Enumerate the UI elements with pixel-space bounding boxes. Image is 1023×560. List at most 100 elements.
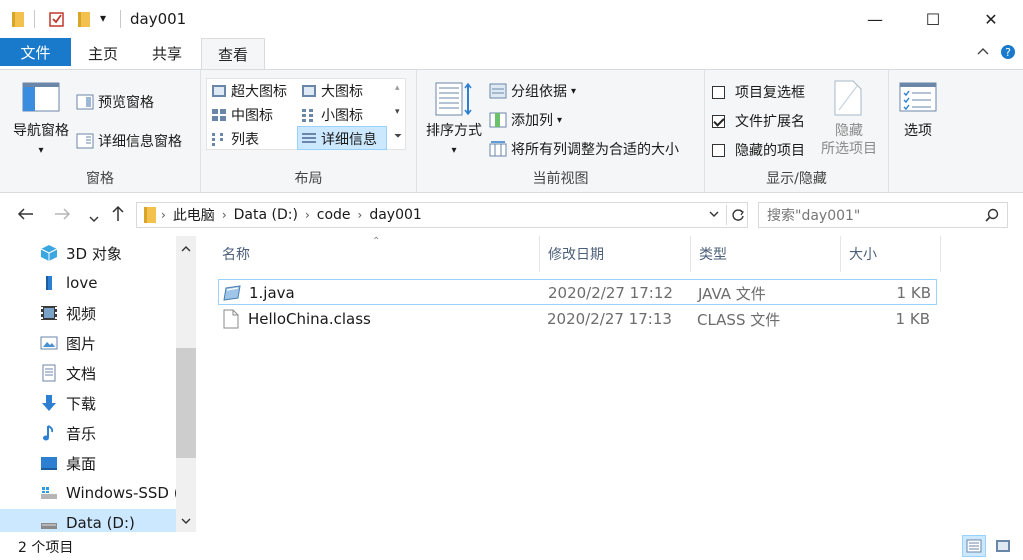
hide-selected-label-1: 隐藏 (835, 123, 863, 139)
item-checkboxes-toggle[interactable]: 项目复选框 (712, 82, 805, 102)
layout-large-icons[interactable]: 大图标 (301, 81, 363, 101)
navigation-scrollbar-thumb[interactable] (176, 348, 196, 458)
tab-file[interactable]: 文件 (0, 38, 71, 66)
large-icons-icon (996, 540, 1010, 552)
details-view-button[interactable] (962, 535, 986, 557)
breadcrumb-this-pc[interactable]: 此电脑 (170, 205, 218, 225)
refresh-icon[interactable] (726, 205, 748, 225)
hidden-items-checkbox[interactable] (712, 143, 725, 157)
fit-columns-button[interactable]: 将所有列调整为合适的大小 (489, 139, 679, 159)
chevron-right-icon[interactable]: › (218, 208, 231, 222)
column-header-type[interactable]: 类型 (691, 236, 841, 272)
file-name: HelloChina.class (248, 310, 371, 328)
nav-item-windows-ssd[interactable]: Windows-SSD ( (40, 479, 180, 507)
preview-pane-button[interactable]: 预览窗格 (76, 92, 154, 112)
nav-item-pictures[interactable]: 图片 (40, 329, 96, 357)
navigation-pane-label: 导航窗格 (13, 123, 69, 139)
chevron-up-icon[interactable]: ▴ (395, 83, 400, 93)
new-folder-icon[interactable] (76, 10, 92, 28)
file-extensions-toggle[interactable]: 文件扩展名 (712, 111, 805, 131)
layout-extra-large-icons[interactable]: 超大图标 (211, 81, 287, 101)
details-pane-button[interactable]: 详细信息窗格 (76, 131, 182, 151)
scroll-down-icon[interactable] (180, 514, 192, 530)
nav-item-label: Windows-SSD ( (66, 484, 180, 502)
collapse-ribbon-icon[interactable] (976, 44, 990, 62)
tab-view[interactable]: 查看 (201, 38, 265, 69)
file-type: JAVA 文件 (698, 284, 766, 303)
more-layouts-icon[interactable]: ⏷ (394, 131, 402, 142)
chevron-right-icon[interactable]: › (354, 208, 367, 222)
layout-list[interactable]: 列表 (211, 129, 259, 149)
search-icon[interactable] (985, 208, 999, 226)
navigation-pane-button[interactable]: 导航窗格 ▾ (6, 122, 76, 160)
nav-item-label: 3D 对象 (66, 244, 122, 263)
column-header-name[interactable]: 名称 (214, 236, 540, 272)
window-title: day001 (130, 10, 187, 28)
breadcrumb-day001[interactable]: day001 (366, 207, 424, 223)
options-icon (899, 82, 937, 112)
nav-item-data-drive[interactable]: Data (D:) (0, 509, 176, 532)
group-options: 选项 (889, 70, 949, 192)
column-header-date-modified[interactable]: 修改日期 (540, 236, 691, 272)
separator (120, 10, 121, 28)
nav-item-documents[interactable]: 文档 (40, 359, 96, 387)
nav-item-desktop[interactable]: 桌面 (40, 449, 96, 477)
up-arrow-icon[interactable] (110, 204, 126, 226)
title-bar: ▾ day001 — ☐ ✕ (0, 0, 1023, 38)
minimize-button[interactable]: — (852, 0, 898, 38)
chevron-down-icon[interactable]: ▾ (395, 107, 400, 117)
close-button[interactable]: ✕ (968, 0, 1014, 38)
chevron-down-icon: ▾ (451, 145, 457, 156)
back-arrow-icon[interactable] (16, 206, 34, 225)
table-row[interactable]: HelloChina.class 2020/2/27 17:13 CLASS 文… (218, 306, 937, 332)
hidden-items-toggle[interactable]: 隐藏的项目 (712, 140, 805, 160)
tab-home[interactable]: 主页 (78, 38, 128, 69)
item-checkboxes-checkbox[interactable] (712, 85, 725, 99)
maximize-button[interactable]: ☐ (910, 0, 956, 38)
scroll-up-icon[interactable] (180, 242, 192, 258)
sort-by-icon (435, 82, 472, 116)
details-pane-label: 详细信息窗格 (98, 134, 182, 150)
folder-icon (144, 207, 156, 223)
layout-medium-icons[interactable]: 中图标 (211, 105, 273, 125)
column-header-size[interactable]: 大小 (841, 236, 941, 272)
tab-share[interactable]: 共享 (142, 38, 192, 69)
layout-details[interactable]: 详细信息 (301, 129, 377, 149)
file-type: CLASS 文件 (697, 310, 781, 329)
hide-selected-label-2: 所选项目 (821, 141, 877, 157)
help-icon[interactable]: ? (1000, 44, 1016, 64)
add-columns-button[interactable]: 添加列 ▾ (489, 110, 562, 130)
file-extensions-checkbox[interactable] (712, 114, 725, 128)
hide-selected-button[interactable]: 隐藏 所选项目 (813, 122, 885, 158)
nav-item-3d-objects[interactable]: 3D 对象 (40, 239, 122, 267)
table-row[interactable]: 1.java 2020/2/27 17:12 JAVA 文件 1 KB (218, 279, 937, 305)
group-panes: 导航窗格 ▾ 预览窗格 详细信息窗格 窗格 (0, 70, 201, 192)
nav-item-label: 音乐 (66, 424, 97, 443)
group-by-label: 分组依据 (511, 84, 567, 100)
nav-item-downloads[interactable]: 下载 (40, 389, 96, 417)
group-by-button[interactable]: 分组依据 ▾ (489, 81, 576, 101)
layout-small-icons[interactable]: 小图标 (301, 105, 363, 125)
nav-item-label: 下载 (66, 394, 97, 413)
small-icons-icon (302, 109, 313, 122)
recent-locations-chevron-icon[interactable] (88, 209, 100, 228)
layout-scroll[interactable]: ▴ ▾ ⏷ (393, 79, 406, 151)
layout-gallery: 超大图标 大图标 中图标 小图标 列表 详细信息 ▴ ▾ ⏷ (206, 78, 406, 150)
nav-item-videos[interactable]: 视频 (40, 299, 96, 327)
sort-by-button[interactable]: 排序方式 ▾ (421, 122, 487, 160)
cube-icon (40, 245, 58, 261)
properties-icon[interactable] (48, 10, 66, 28)
chevron-right-icon[interactable]: › (301, 208, 314, 222)
nav-item-music[interactable]: 音乐 (40, 419, 96, 447)
breadcrumb-data-drive[interactable]: Data (D:) (231, 207, 301, 223)
forward-arrow-icon[interactable] (54, 206, 72, 225)
address-history-chevron-icon[interactable] (708, 208, 720, 224)
breadcrumb-code[interactable]: code (314, 207, 354, 223)
search-input[interactable]: 搜索"day001" (758, 202, 1008, 228)
options-button[interactable]: 选项 (889, 122, 947, 140)
large-icons-view-button[interactable] (991, 535, 1015, 557)
chevron-right-icon[interactable]: › (157, 208, 170, 222)
nav-item-love[interactable]: love (40, 269, 97, 297)
address-bar[interactable]: › 此电脑 › Data (D:) › code › day001 (136, 202, 748, 228)
quick-access-dropdown-icon[interactable]: ▾ (100, 11, 106, 25)
